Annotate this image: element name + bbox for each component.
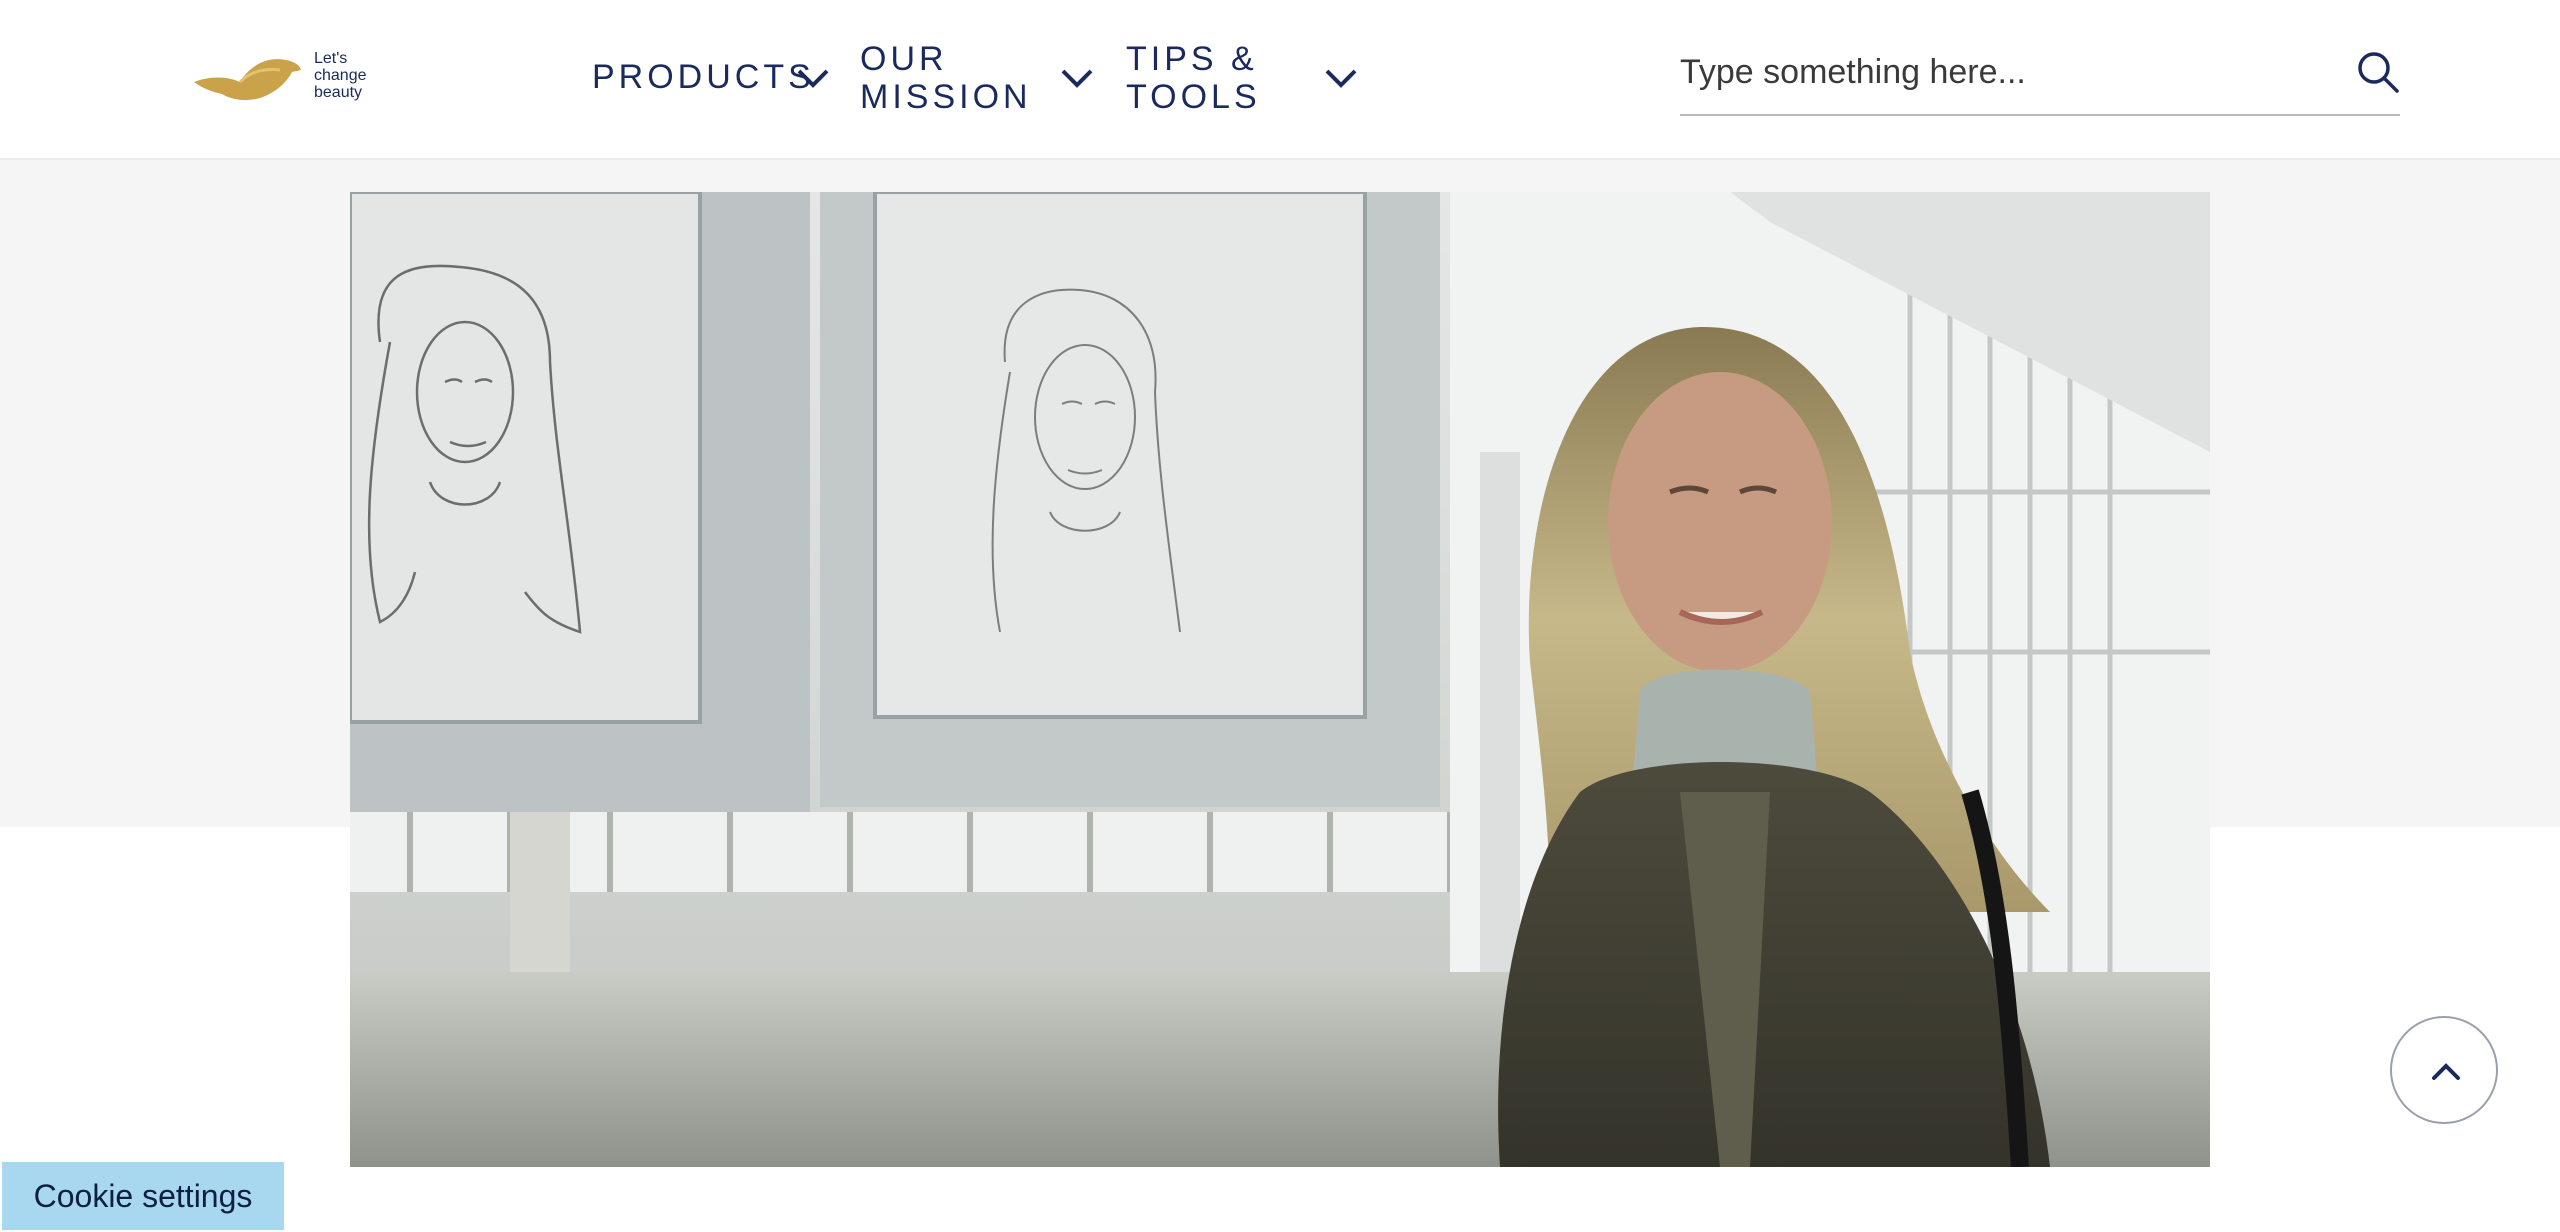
brand-logo[interactable]: Let's change beauty <box>192 42 382 112</box>
nav-label-our-mission-line-2: MISSION <box>860 78 1032 116</box>
chevron-up-icon <box>2432 1063 2460 1080</box>
nav-item-our-mission[interactable]: OUR MISSION <box>860 40 1100 120</box>
nav-label-tips-tools: TIPS & TOOLS <box>1126 40 1261 116</box>
nav-label-products: PRODUCTS <box>592 58 815 96</box>
nav-label-products-line-1: PRODUCTS <box>592 58 815 96</box>
nav-item-products[interactable]: PRODUCTS <box>592 40 832 120</box>
nav-label-tips-tools-line-1: TIPS & <box>1126 40 1258 78</box>
dove-icon <box>194 59 301 101</box>
cookie-settings-button[interactable]: Cookie settings <box>2 1162 284 1230</box>
logo-wordmark: Let's change beauty <box>314 50 367 101</box>
logo-line-2: change <box>314 67 367 84</box>
search-icon[interactable] <box>2356 50 2400 94</box>
chevron-down-icon <box>797 69 829 88</box>
nav-item-tips-tools[interactable]: TIPS & TOOLS <box>1126 40 1366 120</box>
nav-label-our-mission: OUR MISSION <box>860 40 1032 116</box>
hero-photo <box>350 192 2210 1167</box>
site-header: Let's change beauty PRODUCTS OUR MISSION <box>0 0 2560 160</box>
search-bar <box>1680 36 2400 116</box>
page: Let's change beauty PRODUCTS OUR MISSION <box>0 0 2560 1232</box>
logo-line-1: Let's <box>314 50 348 67</box>
chevron-down-icon <box>1325 69 1357 88</box>
chevron-down-icon <box>1061 69 1093 88</box>
nav-label-tips-tools-line-2: TOOLS <box>1126 78 1261 116</box>
nav-label-our-mission-line-1: OUR <box>860 40 948 78</box>
hero-video-image[interactable] <box>350 192 2210 1167</box>
back-to-top-button[interactable] <box>2390 1016 2498 1124</box>
logo-line-3: beauty <box>314 84 363 101</box>
search-input[interactable] <box>1680 50 2320 94</box>
